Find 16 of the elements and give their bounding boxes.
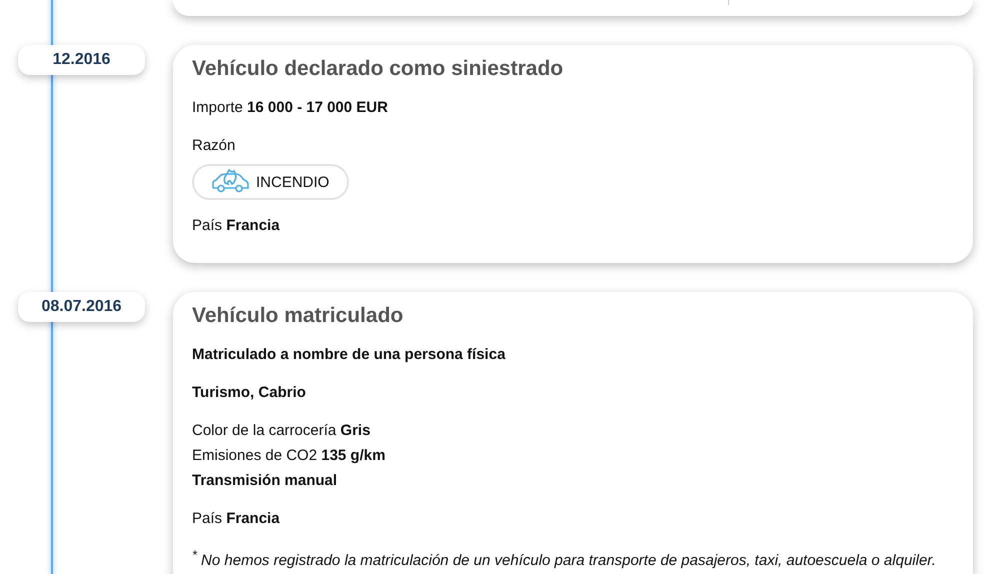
footnote-text: $^{*}$ No hemos registrado la matriculación de un vehículo para transporte de pasajeros, taxi, autoescuela o alquiler. (192, 547, 937, 571)
detail-text: Turismo, Cabrio (192, 383, 307, 403)
car-fire-icon (210, 169, 250, 195)
detail-text: Color de la carrocería Gris (192, 421, 372, 441)
detail-text: Emisiones de CO2 135 g/km (192, 446, 386, 466)
detail-text: País Francia (192, 509, 281, 529)
event-title: Vehículo matriculado (192, 304, 404, 328)
detail-text: Transmisión manual (192, 471, 338, 491)
reason-tag: INCENDIO (192, 164, 350, 200)
detail-text: País Francia (192, 216, 281, 236)
detail-label: Razón (192, 136, 236, 156)
detail-text: Matriculado a nombre de una persona física (192, 345, 506, 365)
event-title: Vehículo declarado como siniestrado (192, 57, 564, 81)
date-label: 12.2016 (18, 45, 145, 75)
date-label: 08.07.2016 (18, 292, 145, 322)
detail-text: Importe 16 000 - 17 000 EUR (192, 98, 389, 118)
